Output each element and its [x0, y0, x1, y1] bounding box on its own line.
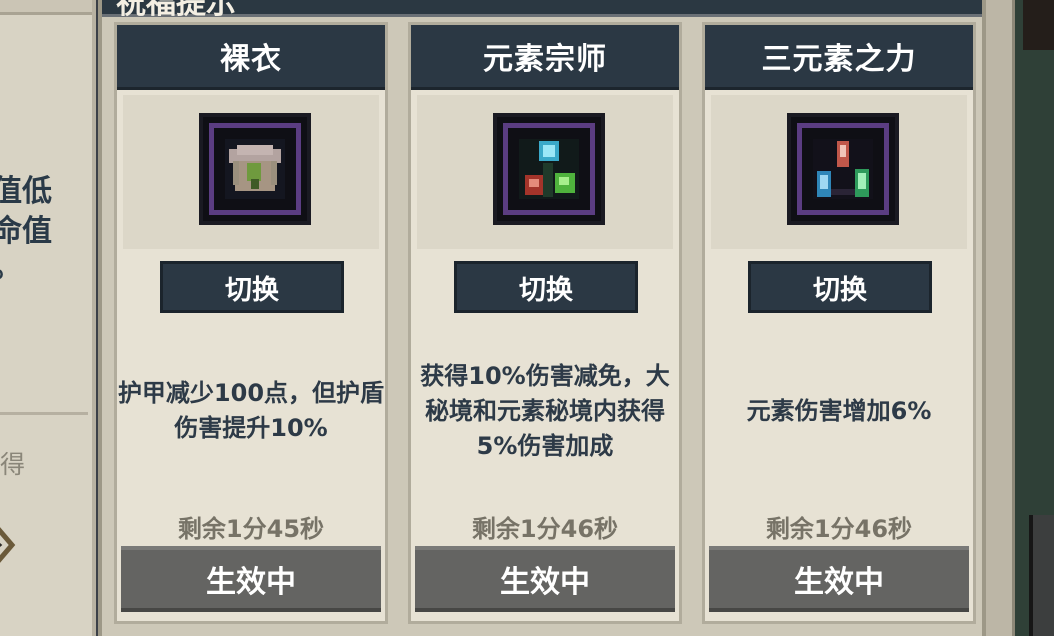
modal-right-rail	[986, 0, 1015, 636]
card-title: 元素宗师	[411, 25, 679, 90]
switch-button[interactable]: 切换	[160, 261, 344, 313]
remaining-time: 剩余1分46秒	[765, 515, 913, 543]
element-orbs-icon	[493, 113, 605, 225]
scene-rock	[1029, 515, 1054, 636]
card-icon-area	[123, 95, 379, 249]
left-text-line-3: 。	[0, 248, 92, 288]
blessing-modal: 祝福提示 裸衣 切换 护甲减少100点，但护盾伤害提升10% 剩余1分45秒 生…	[98, 0, 986, 636]
card-icon-area	[711, 95, 967, 249]
active-status-button[interactable]: 生效中	[709, 546, 969, 612]
card-title: 三元素之力	[705, 25, 973, 90]
switch-button[interactable]: 切换	[454, 261, 638, 313]
game-scene-background	[1015, 0, 1054, 636]
blessing-card-3: 三元素之力 切换 元素伤害增加6% 剩余1分46秒 生效中	[702, 22, 976, 624]
left-panel-header	[0, 0, 92, 15]
active-status-button[interactable]: 生效中	[121, 546, 381, 612]
compass-icon	[0, 527, 16, 563]
card-title: 裸衣	[117, 25, 385, 90]
blessing-card-2: 元素宗师 切换 获得10%伤害减免，大秘境和元素秘境内获得5%伤害加成 剩余1分…	[408, 22, 682, 624]
shirt-icon	[199, 113, 311, 225]
remaining-time: 剩余1分46秒	[471, 515, 619, 543]
card-description: 获得10%伤害减免，大秘境和元素秘境内获得5%伤害加成	[411, 351, 679, 471]
active-status-button[interactable]: 生效中	[415, 546, 675, 612]
remaining-time: 剩余1分45秒	[177, 515, 325, 543]
description-text: 元素伤害增加6%	[746, 396, 932, 425]
game-screen: 值低 命值 。 得 祝福提示 裸衣	[0, 0, 1054, 636]
left-side-panel: 值低 命值 。 得	[0, 0, 96, 636]
left-divider	[0, 412, 88, 415]
left-text-line-1: 值低	[0, 174, 52, 209]
left-lower-text: 得	[0, 450, 26, 479]
element-crystals-icon	[787, 113, 899, 225]
switch-button[interactable]: 切换	[748, 261, 932, 313]
scene-shadow	[1023, 0, 1054, 50]
description-text: 护甲减少100点，但护盾伤害提升10%	[117, 379, 385, 442]
modal-title-bar: 祝福提示	[102, 0, 982, 21]
description-text: 获得10%伤害减免，大秘境和元素秘境内获得5%伤害加成	[420, 361, 670, 460]
card-description: 护甲减少100点，但护盾伤害提升10%	[117, 351, 385, 471]
card-description: 元素伤害增加6%	[705, 351, 973, 471]
modal-title: 祝福提示	[116, 0, 236, 21]
blessing-card-1: 裸衣 切换 护甲减少100点，但护盾伤害提升10% 剩余1分45秒 生效中	[114, 22, 388, 624]
card-icon-area	[417, 95, 673, 249]
left-text-line-2: 命值	[0, 214, 52, 249]
